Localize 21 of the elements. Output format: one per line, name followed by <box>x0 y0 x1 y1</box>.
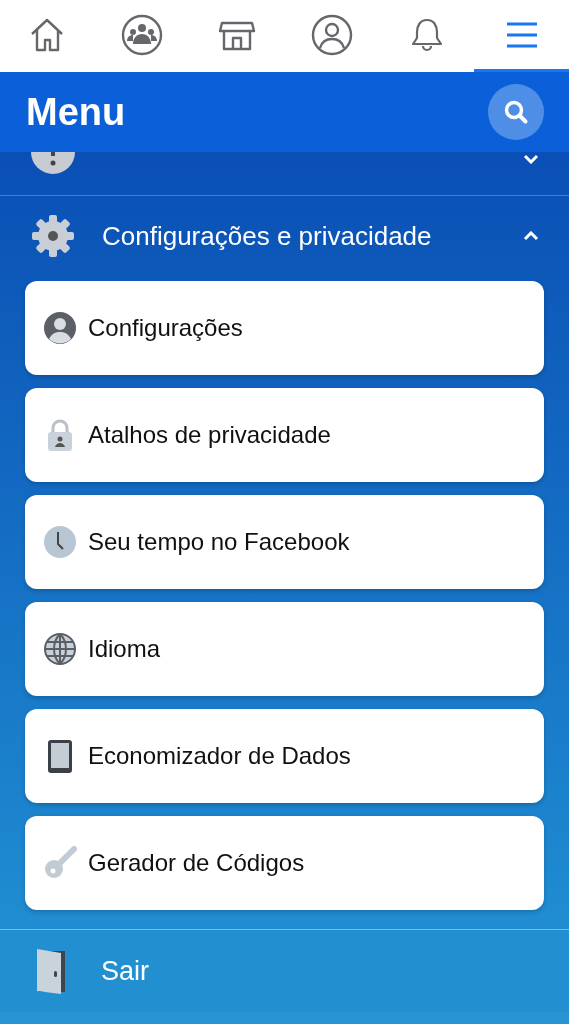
group-icon <box>120 12 165 57</box>
profile-icon <box>309 12 354 57</box>
menu-title: Menu <box>26 90 126 134</box>
person-icon <box>43 311 77 345</box>
menu-item-card[interactable]: Seu tempo no Facebook <box>25 495 544 589</box>
menu-item-card[interactable]: Idioma <box>25 602 544 696</box>
gear-icon <box>30 213 76 259</box>
chevron-down-icon <box>523 154 539 164</box>
menu-item-card[interactable]: Gerador de Códigos <box>25 816 544 910</box>
section-header[interactable]: Configurações e privacidade <box>0 196 569 276</box>
chevron-up-icon <box>523 231 539 241</box>
search-icon <box>503 99 529 125</box>
search-button[interactable] <box>488 84 544 140</box>
clock-icon <box>43 525 77 559</box>
logout-row[interactable]: Sair <box>0 929 569 1012</box>
globe-icon <box>43 632 77 666</box>
key-icon <box>43 846 77 880</box>
menu-item-card[interactable]: Configurações <box>25 281 544 375</box>
menu-item-card[interactable]: Atalhos de privacidade <box>25 388 544 482</box>
help-icon <box>30 152 76 176</box>
menu-item-card[interactable]: Economizador de Dados <box>25 709 544 803</box>
